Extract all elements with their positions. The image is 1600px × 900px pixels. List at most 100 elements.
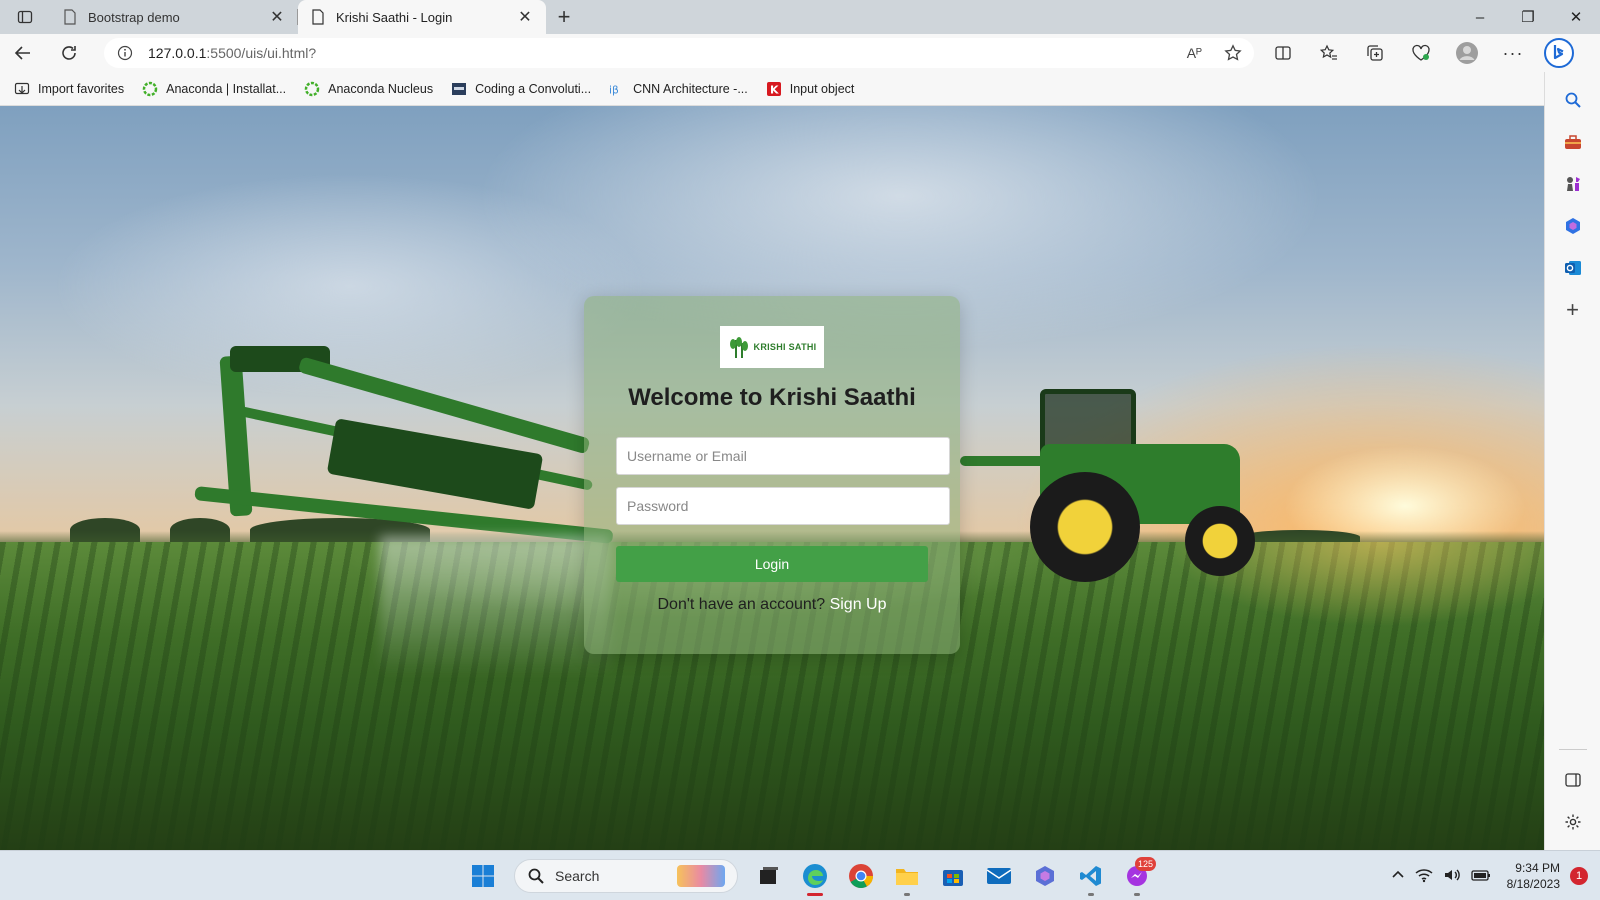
sidebar-settings-button[interactable]: [1553, 802, 1593, 842]
sidebar-outlook-button[interactable]: [1553, 248, 1593, 288]
minimize-button[interactable]: –: [1456, 0, 1504, 34]
logo-text: KRISHI SATHI: [753, 342, 817, 352]
taskbar-store[interactable]: [930, 851, 976, 900]
favorites-button[interactable]: [1306, 34, 1352, 72]
signup-row: Don't have an account? Sign Up: [584, 596, 960, 614]
search-icon: [1565, 92, 1581, 108]
tab-krishi-saathi-login[interactable]: Krishi Saathi - Login ✕: [298, 0, 546, 34]
split-screen-icon: [1275, 46, 1291, 60]
chevron-up-icon: [1392, 870, 1404, 878]
volume-icon[interactable]: [1443, 867, 1461, 886]
favorite-import[interactable]: Import favorites: [14, 81, 124, 97]
restore-button[interactable]: ❐: [1504, 0, 1552, 34]
task-view-icon: [760, 867, 778, 884]
password-field[interactable]: [616, 487, 950, 525]
windows-logo-icon: [472, 865, 494, 887]
chrome-icon: [849, 864, 873, 889]
heart-pulse-icon: [1412, 44, 1430, 61]
split-screen-button[interactable]: [1260, 34, 1306, 72]
url-text[interactable]: 127.0.0.1:5500/uis/ui.html?: [148, 45, 1187, 61]
favorite-anaconda-nucleus[interactable]: Anaconda Nucleus: [304, 81, 433, 97]
taskbar-chrome[interactable]: [838, 851, 884, 900]
system-tray: 9:34 PM 8/18/2023 1: [1391, 851, 1588, 900]
settings-more-button[interactable]: ···: [1490, 34, 1536, 72]
close-tab-icon[interactable]: ✕: [268, 8, 286, 26]
plus-icon: +: [1566, 297, 1579, 322]
wheat-icon: [729, 337, 748, 358]
read-aloud-icon[interactable]: Aᴾ: [1187, 45, 1202, 61]
back-button[interactable]: [0, 34, 46, 72]
address-field[interactable]: 127.0.0.1:5500/uis/ui.html? Aᴾ: [104, 38, 1254, 68]
refresh-button[interactable]: [46, 34, 92, 72]
tab-actions-button[interactable]: [0, 0, 50, 34]
favorite-input-object[interactable]: K Input object: [766, 81, 855, 97]
sidebar-copilot-button[interactable]: [1553, 206, 1593, 246]
import-icon: [14, 81, 30, 97]
refresh-icon: [62, 46, 76, 60]
taskbar-copilot[interactable]: [1022, 851, 1068, 900]
signup-prompt: Don't have an account?: [657, 596, 826, 613]
anaconda-icon: [142, 81, 158, 97]
url-path: :5500/uis/ui.html?: [206, 45, 317, 61]
svg-text:K: K: [770, 83, 779, 96]
store-icon: [943, 870, 963, 886]
notification-center-badge[interactable]: 1: [1570, 867, 1588, 885]
favorite-cnn-architecture[interactable]: iβ CNN Architecture -...: [609, 81, 748, 97]
clock-date: 8/18/2023: [1506, 877, 1560, 891]
vscode-icon: [1080, 866, 1101, 886]
sidebar-add-button[interactable]: +: [1553, 290, 1593, 330]
favorite-coding-convolution[interactable]: Coding a Convoluti...: [451, 81, 591, 97]
new-tab-button[interactable]: +: [546, 0, 582, 34]
profile-button[interactable]: [1444, 34, 1490, 72]
username-field[interactable]: [616, 437, 950, 475]
taskbar-file-explorer[interactable]: [884, 851, 930, 900]
site-icon: [451, 81, 467, 97]
sidebar-games-button[interactable]: [1553, 164, 1593, 204]
taskbar-messenger[interactable]: 125: [1114, 851, 1160, 900]
page-viewport: KRISHI SATHI Welcome to Krishi Saathi Lo…: [0, 106, 1544, 850]
close-window-button[interactable]: ✕: [1552, 0, 1600, 34]
collections-icon: [1367, 45, 1383, 61]
favorite-star-icon[interactable]: [1224, 44, 1242, 62]
bing-copilot-button[interactable]: [1536, 34, 1582, 72]
svg-text:iβ: iβ: [609, 83, 619, 96]
outlook-icon: [1564, 261, 1581, 275]
sidebar-hide-button[interactable]: [1553, 760, 1593, 800]
favorite-label: Import favorites: [38, 81, 125, 96]
sidebar-shopping-button[interactable]: [1553, 122, 1593, 162]
collections-button[interactable]: [1352, 34, 1398, 72]
taskbar-vscode[interactable]: [1068, 851, 1114, 900]
task-view-button[interactable]: [746, 851, 792, 900]
search-highlight-art: [677, 865, 725, 887]
tab-title: Krishi Saathi - Login: [336, 9, 453, 25]
clock[interactable]: 9:34 PM 8/18/2023: [1507, 860, 1560, 892]
favorite-label: Coding a Convoluti...: [475, 81, 592, 96]
window-controls: – ❐ ✕: [1456, 0, 1600, 34]
edge-sidebar: +: [1544, 72, 1600, 850]
favorite-anaconda-install[interactable]: Anaconda | Installat...: [142, 81, 286, 97]
start-button[interactable]: [460, 851, 506, 900]
taskbar-search[interactable]: Search: [514, 859, 738, 893]
notification-badge: 125: [1134, 857, 1156, 871]
favorite-label: Anaconda | Installat...: [166, 81, 287, 96]
page-title: Welcome to Krishi Saathi: [628, 384, 916, 411]
signup-link[interactable]: Sign Up: [830, 596, 887, 613]
browser-essentials-button[interactable]: [1398, 34, 1444, 72]
chess-icon: [1566, 177, 1580, 191]
tab-bootstrap-demo[interactable]: Bootstrap demo ✕: [50, 0, 298, 34]
site-info-icon[interactable]: [116, 44, 134, 62]
search-icon: [527, 867, 545, 885]
favorite-label: Input object: [789, 81, 855, 96]
close-tab-icon[interactable]: ✕: [516, 8, 534, 26]
wifi-icon[interactable]: [1415, 867, 1433, 886]
taskbar-edge[interactable]: [792, 851, 838, 900]
taskbar-mail[interactable]: [976, 851, 1022, 900]
k-icon: K: [766, 81, 782, 97]
battery-icon[interactable]: [1470, 868, 1491, 885]
show-hidden-icons-button[interactable]: [1391, 868, 1405, 885]
page-icon: [310, 9, 326, 25]
sidebar-search-button[interactable]: [1553, 80, 1593, 120]
plus-icon: +: [557, 4, 571, 29]
login-button[interactable]: Login: [616, 546, 928, 582]
search-label: Search: [555, 868, 600, 884]
